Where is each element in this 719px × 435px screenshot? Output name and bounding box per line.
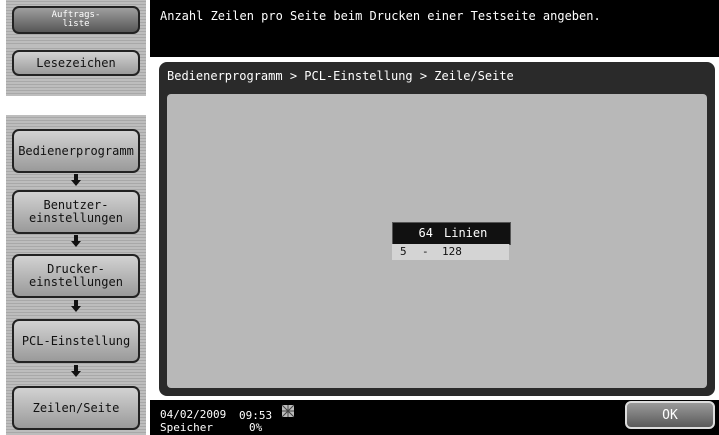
message-text: Anzahl Zeilen pro Seite beim Drucken ein… bbox=[160, 9, 601, 23]
ok-button[interactable]: OK bbox=[625, 401, 715, 429]
status-date: 04/02/2009 bbox=[160, 408, 227, 421]
nav-zeilen-seite-button[interactable]: Zeilen/Seite bbox=[12, 386, 140, 430]
value-display[interactable]: 64 Linien bbox=[392, 222, 511, 245]
nav-pcl-einstellung-button[interactable]: PCL-Einstellung bbox=[12, 319, 140, 363]
nav-benutzereinstellungen-button[interactable]: Benutzer- einstellungen bbox=[12, 190, 140, 234]
left-sidebar: Auftrags- liste Lesezeichen Bedienerprog… bbox=[0, 0, 150, 435]
memory-value: 0% bbox=[249, 421, 263, 434]
range-max: 128 bbox=[442, 245, 462, 258]
status-indicator-icon bbox=[281, 404, 295, 418]
memory-label: Speicher bbox=[160, 421, 213, 434]
panel-path-title: Bedienerprogramm > PCL-Einstellung > Zei… bbox=[167, 69, 514, 83]
panel-content: 64 Linien 5 - 128 bbox=[167, 94, 707, 388]
lines-value: 64 bbox=[418, 226, 433, 240]
bookmark-button[interactable]: Lesezeichen bbox=[12, 50, 140, 76]
down-arrow-icon bbox=[71, 174, 81, 186]
settings-panel: Bedienerprogramm > PCL-Einstellung > Zei… bbox=[159, 62, 715, 396]
range-separator: - bbox=[422, 245, 429, 258]
nav-druckereinstellungen-button[interactable]: Drucker- einstellungen bbox=[12, 254, 140, 298]
nav-bedienerprogramm-button[interactable]: Bedienerprogramm bbox=[12, 129, 140, 173]
down-arrow-icon bbox=[71, 365, 81, 377]
job-list-button[interactable]: Auftrags- liste bbox=[12, 6, 140, 34]
lines-unit: Linien bbox=[444, 226, 488, 240]
value-range: 5 - 128 bbox=[392, 244, 509, 260]
message-area: Anzahl Zeilen pro Seite beim Drucken ein… bbox=[150, 0, 719, 57]
down-arrow-icon bbox=[71, 300, 81, 312]
range-min: 5 bbox=[400, 245, 407, 258]
down-arrow-icon bbox=[71, 235, 81, 247]
